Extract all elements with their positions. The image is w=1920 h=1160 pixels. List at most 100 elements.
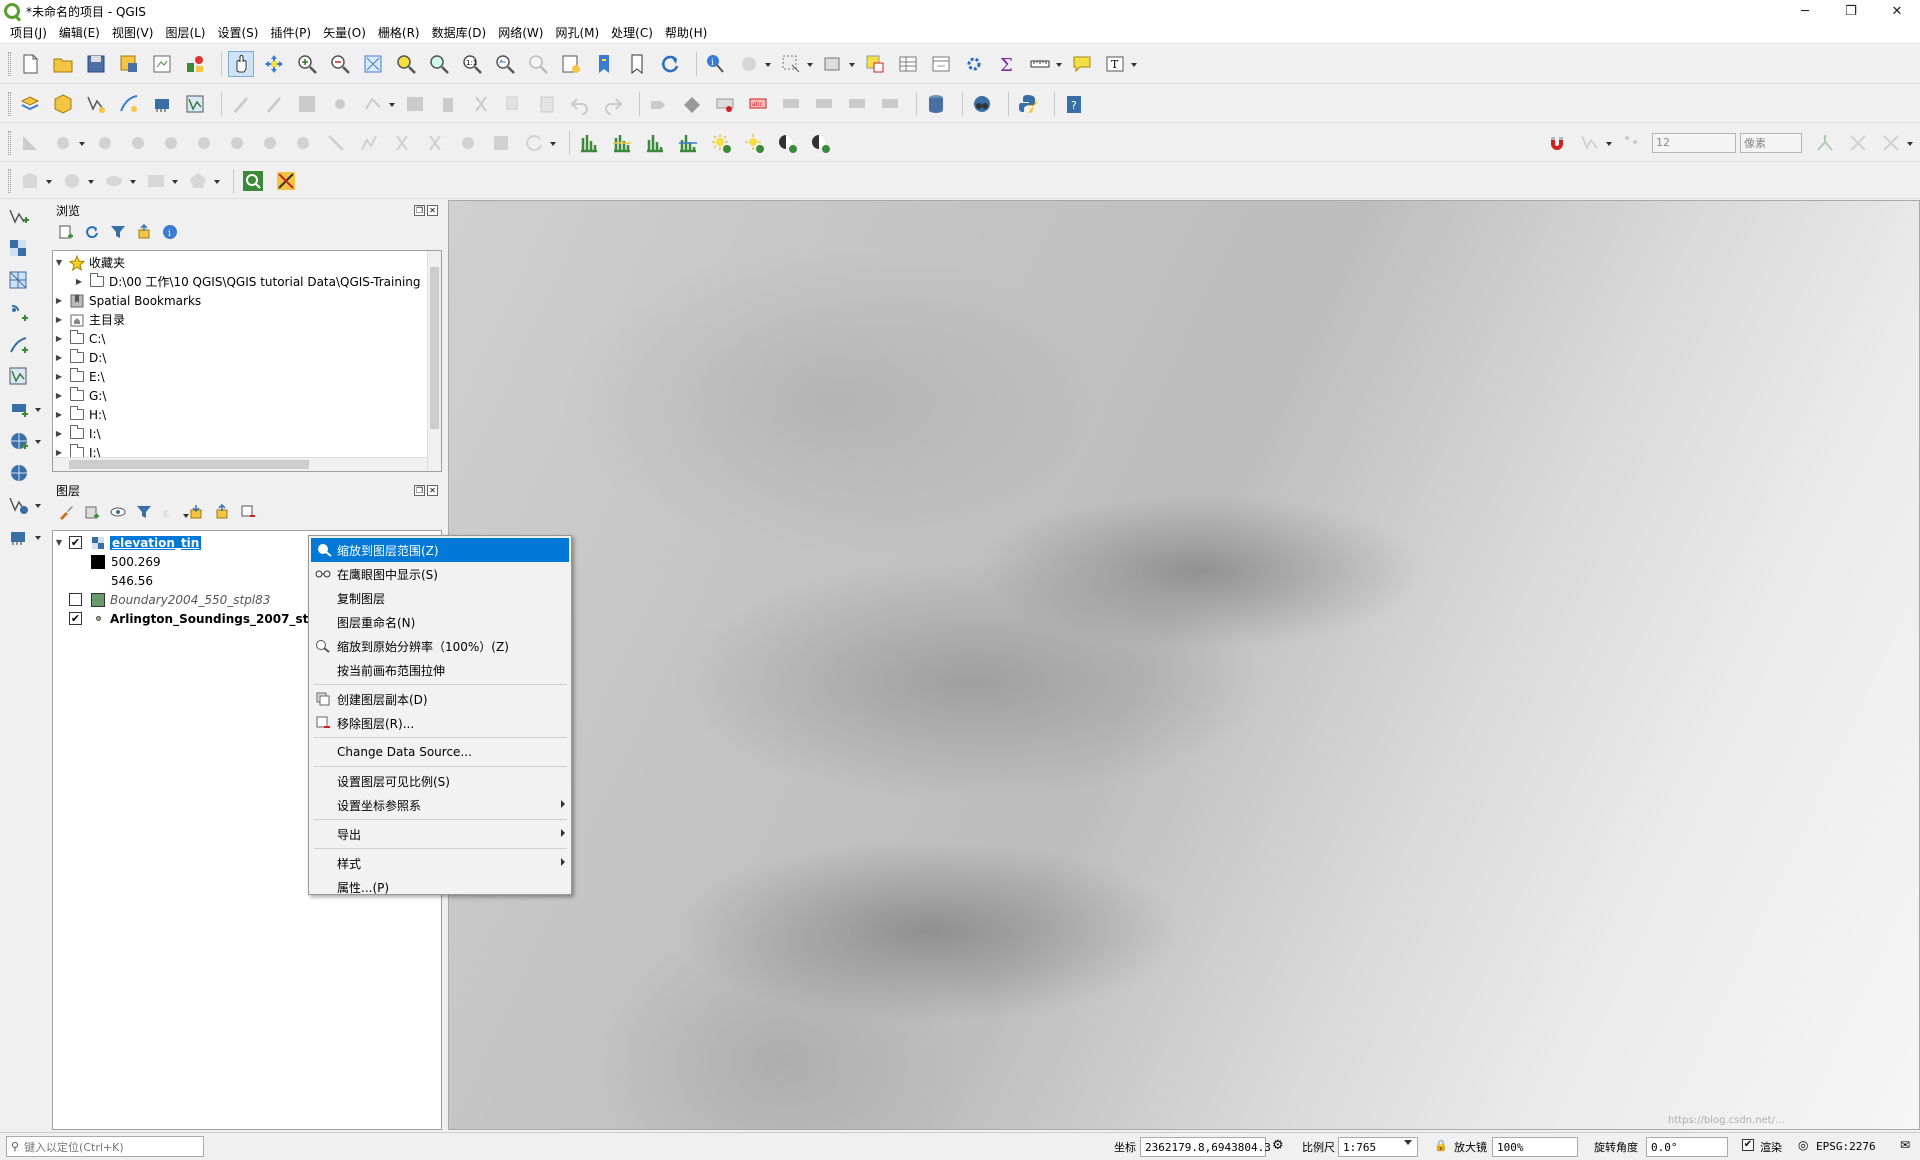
redo-icon[interactable] [600,91,626,117]
tree-item-home[interactable]: ▶ 主目录 [53,310,441,329]
expand-arrow-icon[interactable]: ▶ [53,353,65,362]
shape-digitize-icon[interactable] [17,168,52,194]
tree-item-favorites[interactable]: ▼ 收藏夹 [53,253,441,272]
minimize-button[interactable]: ─ [1782,0,1828,22]
menu-project[interactable]: 项目(J) [4,22,53,44]
properties-info-icon[interactable]: i [160,222,180,242]
manage-map-themes-icon[interactable] [108,502,128,522]
menu-copy-layer[interactable]: 复制图层 [309,586,571,610]
expand-arrow-icon[interactable]: ▼ [53,538,65,547]
menu-zoom-native[interactable]: 缩放到原始分辨率（100%）(Z) [309,634,571,658]
zoom-full-icon[interactable] [360,51,386,77]
menu-styles[interactable]: 样式 [309,851,571,875]
cumulative-cut-current-icon[interactable] [675,130,701,156]
zoom-native-icon[interactable]: 1:1 [459,51,485,77]
expand-arrow-icon[interactable]: ▶ [53,391,65,400]
new-shapefile-icon[interactable] [83,91,109,117]
expand-arrow-icon[interactable]: ▶ [53,410,65,419]
map-canvas[interactable] [448,200,1920,1130]
add-spatialite-icon[interactable] [6,332,32,358]
delete-ring-icon[interactable] [158,130,184,156]
new-geopackage-icon[interactable] [50,91,76,117]
add-db-layer-icon[interactable] [6,524,41,550]
add-mesh-layer-icon[interactable] [6,268,32,294]
split-parts-icon[interactable] [422,130,448,156]
python-console-icon[interactable] [1015,91,1041,117]
tree-item-drive-c[interactable]: ▶ C:\ [53,329,441,348]
crs-globe-icon[interactable]: ◎ [1798,1138,1808,1152]
merge-attributes-icon[interactable] [488,130,514,156]
add-group-icon[interactable] [82,502,102,522]
move-label-icon[interactable] [811,91,837,117]
tree-item-favorite-folder[interactable]: ▶ D:\00 工作\10 QGIS\QGIS tutorial Data\QG… [53,272,441,291]
deselect-icon[interactable] [862,51,888,77]
magnifier-spinbox[interactable]: 100% [1492,1137,1578,1157]
snap-to-vertex-icon[interactable] [1577,130,1612,156]
tree-item-drive-i[interactable]: ▶ I:\ [53,424,441,443]
menu-remove-layer[interactable]: 移除图层(R)... [309,711,571,735]
rotate-label-icon[interactable] [844,91,870,117]
highlight-labels-icon[interactable]: abc [745,91,771,117]
menu-web[interactable]: 网络(W) [492,22,549,44]
filter-legend-icon[interactable] [134,502,154,522]
text-annotation-icon[interactable]: T [1102,51,1137,77]
expand-arrow-icon[interactable]: ▶ [53,296,65,305]
snapping-magnet-icon[interactable] [1544,130,1570,156]
tree-item-spatial-bookmarks[interactable]: ▶ Spatial Bookmarks [53,291,441,310]
add-delimited-text-icon[interactable] [6,300,32,326]
copy-features-icon[interactable] [501,91,527,117]
paste-features-icon[interactable] [534,91,560,117]
measure-icon[interactable] [1027,51,1062,77]
browser-tree[interactable]: ▼ 收藏夹 ▶ D:\00 工作\10 QGIS\QGIS tutorial D… [52,250,442,472]
filter-by-expression-icon[interactable]: ε [160,502,189,522]
toggle-extents-icon[interactable]: ⚙ [1272,1138,1284,1153]
rotation-spinbox[interactable]: 0.0° [1646,1137,1728,1157]
zoom-to-selection-icon[interactable] [393,51,419,77]
menu-zoom-to-layer[interactable]: 缩放到图层范围(Z) [311,538,569,562]
save-project-icon[interactable] [83,51,109,77]
layer-styling-icon[interactable] [56,502,76,522]
collapse-all-icon[interactable] [212,502,232,522]
snap-intersection-icon[interactable] [1845,130,1871,156]
tree-item-drive-h[interactable]: ▶ H:\ [53,405,441,424]
modify-attributes-icon[interactable] [402,91,428,117]
layer-labeling-icon[interactable] [679,91,705,117]
pan-to-selection-icon[interactable] [261,51,287,77]
simplify-icon[interactable] [356,130,382,156]
close-panel-icon[interactable]: ✕ [427,204,438,216]
topological-editing-icon[interactable] [1812,130,1838,156]
new-map-view-icon[interactable] [558,51,584,77]
menu-stretch-current-extent[interactable]: 按当前画布范围拉伸 [309,658,571,682]
menu-properties[interactable]: 属性...(P) [309,875,571,899]
expand-arrow-icon[interactable]: ▶ [53,372,65,381]
zoom-last-icon[interactable] [492,51,518,77]
menu-set-crs[interactable]: 设置坐标参照系 [309,793,571,817]
lock-scale-icon[interactable]: 🔒 [1434,1139,1448,1152]
metasearch-icon[interactable] [969,91,995,117]
increase-contrast-icon[interactable] [774,130,800,156]
expand-arrow-icon[interactable]: ▼ [53,258,65,267]
field-calculator-icon[interactable] [928,51,954,77]
toolbar-grip[interactable] [8,52,11,76]
menu-show-in-overview[interactable]: 在鹰眼图中显示(S) [309,562,571,586]
menu-edit[interactable]: 编辑(E) [53,22,106,44]
action-icon[interactable] [736,51,771,77]
circle-digitize-icon[interactable] [59,168,94,194]
help-contents-icon[interactable]: ? [1061,91,1087,117]
open-project-icon[interactable] [50,51,76,77]
merge-features-icon[interactable] [455,130,481,156]
cut-features-icon[interactable] [468,91,494,117]
polygon-digitize-icon[interactable] [185,168,220,194]
current-edits-icon[interactable] [228,91,254,117]
avoid-overlap-icon[interactable] [1878,130,1913,156]
delete-part-icon[interactable] [191,130,217,156]
add-vector-layer-icon[interactable] [6,204,32,230]
processing-toolbox-icon[interactable] [961,51,987,77]
expand-arrow-icon[interactable]: ▶ [53,448,65,457]
style-manager-icon[interactable] [182,51,208,77]
add-arcgis-layer-icon[interactable] [6,492,41,518]
rectangle-digitize-icon[interactable] [143,168,178,194]
offset-curve-icon[interactable] [257,130,283,156]
histogram-stretch-current-icon[interactable] [609,130,635,156]
expand-arrow-icon[interactable]: ▶ [73,277,85,286]
